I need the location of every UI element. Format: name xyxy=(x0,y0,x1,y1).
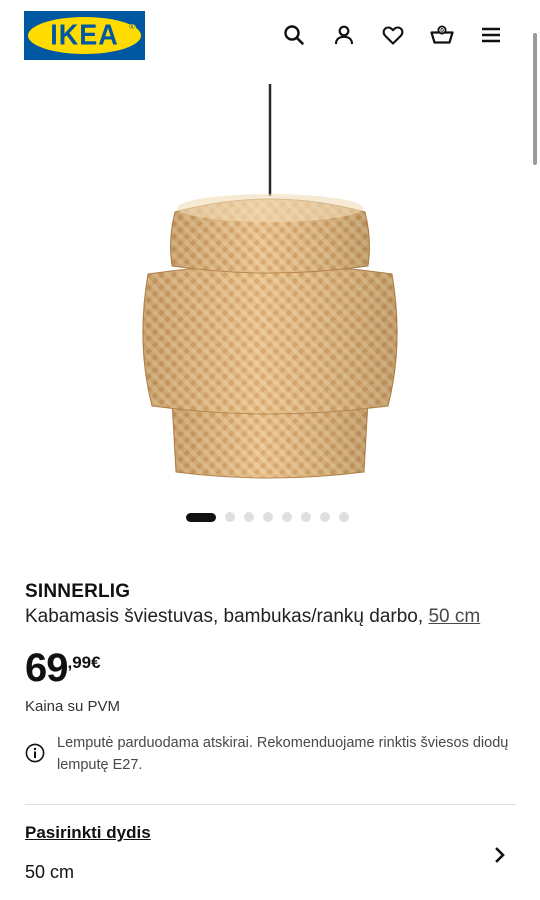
product-name: SINNERLIG xyxy=(25,581,131,602)
scrollbar[interactable] xyxy=(533,33,537,165)
divider xyxy=(25,804,516,805)
price-currency: € xyxy=(91,653,101,672)
ikea-logo[interactable]: IKEA ® xyxy=(24,11,145,60)
basket-icon: 0 xyxy=(430,25,454,44)
carousel-dot[interactable] xyxy=(244,512,254,522)
registered-mark: ® xyxy=(128,24,136,32)
user-icon xyxy=(334,25,354,45)
basket-button[interactable]: 0 xyxy=(428,21,456,49)
favourites-button[interactable] xyxy=(379,21,407,49)
search-button[interactable] xyxy=(280,21,308,49)
carousel-dot-active[interactable] xyxy=(186,512,216,522)
basket-count: 0 xyxy=(440,27,444,34)
chevron-right-icon[interactable] xyxy=(490,845,510,865)
product-price: 69 ,99 € xyxy=(25,647,101,689)
carousel-dot[interactable] xyxy=(301,512,311,522)
product-size-link[interactable]: 50 cm xyxy=(428,606,480,627)
product-description-text: Kabamasis šviestuvas, bambukas/rankų dar… xyxy=(25,606,429,627)
image-carousel-dots xyxy=(186,511,349,523)
choose-size-link[interactable]: Pasirinkti dydis xyxy=(25,823,151,843)
account-button[interactable] xyxy=(330,21,358,49)
product-description: Kabamasis šviestuvas, bambukas/rankų dar… xyxy=(25,606,480,628)
logo-oval: IKEA xyxy=(28,17,141,54)
price-decimal: ,99 xyxy=(67,653,92,672)
pendant-lamp-image xyxy=(142,84,398,479)
heart-icon xyxy=(382,26,404,45)
carousel-dot[interactable] xyxy=(225,512,235,522)
product-image[interactable] xyxy=(120,84,420,484)
info-icon xyxy=(25,743,45,763)
carousel-dot[interactable] xyxy=(282,512,292,522)
carousel-dot[interactable] xyxy=(263,512,273,522)
selected-size: 50 cm xyxy=(25,862,75,882)
header: IKEA ® 0 xyxy=(0,0,540,80)
menu-icon xyxy=(482,27,500,43)
carousel-dot[interactable] xyxy=(320,512,330,522)
menu-button[interactable] xyxy=(477,21,505,49)
logo-text: IKEA xyxy=(50,19,119,51)
search-icon xyxy=(284,25,304,45)
vat-note: Kaina su PVM xyxy=(25,698,121,715)
price-integer: 69 xyxy=(25,646,68,690)
carousel-dot[interactable] xyxy=(339,512,349,522)
bulb-info-text: Lemputė parduodama atskirai. Rekomenduoj… xyxy=(57,735,509,773)
